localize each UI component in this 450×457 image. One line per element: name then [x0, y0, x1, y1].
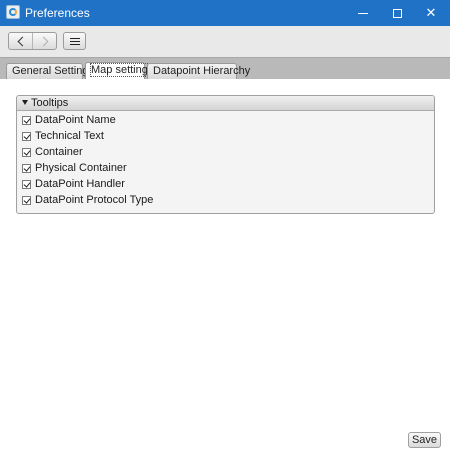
checkbox-checked-icon[interactable] — [22, 132, 31, 141]
close-button[interactable]: ✕ — [414, 0, 448, 26]
checkbox-label: Container — [35, 146, 83, 158]
chevron-right-icon — [38, 36, 48, 46]
grid-icon — [69, 37, 80, 45]
app-icon — [6, 5, 20, 19]
maximize-button[interactable] — [380, 0, 414, 26]
navigation-group — [8, 32, 57, 50]
title-bar: Preferences ✕ — [0, 0, 450, 26]
checkbox-checked-icon[interactable] — [22, 116, 31, 125]
tab-label: General Settings — [12, 65, 94, 77]
checkbox-datapoint-protocol-type[interactable]: DataPoint Protocol Type — [17, 193, 434, 209]
checkbox-container[interactable]: Container — [17, 145, 434, 161]
panel-title: Tooltips — [31, 97, 69, 109]
toolbar — [0, 26, 450, 57]
forward-button[interactable] — [32, 33, 56, 49]
grid-view-button[interactable] — [63, 32, 86, 50]
checkbox-label: DataPoint Handler — [35, 178, 125, 190]
window-title: Preferences — [25, 6, 90, 20]
tooltips-panel: Tooltips DataPoint Name Technical Text C… — [16, 95, 435, 214]
back-button[interactable] — [9, 33, 32, 49]
minimize-icon — [358, 12, 368, 14]
checkbox-checked-icon[interactable] — [22, 164, 31, 173]
save-button[interactable]: Save — [408, 432, 441, 448]
checkbox-datapoint-name[interactable]: DataPoint Name — [17, 113, 434, 129]
tab-general-settings[interactable]: General Settings — [6, 63, 94, 80]
tooltip-options-list: DataPoint Name Technical Text Container … — [17, 111, 434, 209]
minimize-button[interactable] — [346, 0, 380, 26]
tab-bar: General Settings Map settings Datapoint … — [0, 57, 450, 80]
checkbox-checked-icon[interactable] — [22, 148, 31, 157]
checkbox-technical-text[interactable]: Technical Text — [17, 129, 434, 145]
checkbox-physical-container[interactable]: Physical Container — [17, 161, 434, 177]
checkbox-label: Physical Container — [35, 162, 127, 174]
tooltips-panel-header[interactable]: Tooltips — [17, 96, 434, 111]
tab-label: Datapoint Hierarchy — [153, 65, 251, 77]
checkbox-datapoint-handler[interactable]: DataPoint Handler — [17, 177, 434, 193]
tab-datapoint-hierarchy[interactable]: Datapoint Hierarchy — [147, 63, 250, 80]
checkbox-checked-icon[interactable] — [22, 180, 31, 189]
checkbox-label: DataPoint Name — [35, 114, 116, 126]
maximize-icon — [392, 8, 402, 18]
checkbox-checked-icon[interactable] — [22, 196, 31, 205]
tab-label: Map settings — [89, 63, 155, 77]
checkbox-label: DataPoint Protocol Type — [35, 194, 154, 206]
tab-content: Tooltips DataPoint Name Technical Text C… — [0, 79, 450, 457]
tab-map-settings[interactable]: Map settings — [85, 62, 155, 80]
close-icon: ✕ — [425, 5, 437, 20]
chevron-left-icon — [17, 36, 27, 46]
checkbox-label: Technical Text — [35, 130, 104, 142]
collapse-arrow-icon — [22, 100, 28, 105]
